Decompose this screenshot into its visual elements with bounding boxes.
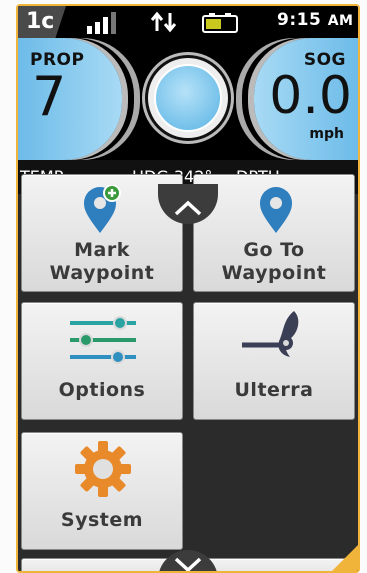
- go-to-waypoint-label-line1: Go To: [243, 239, 305, 261]
- options-label: Options: [58, 379, 146, 401]
- clock: 9:15 AM: [277, 10, 354, 30]
- center-dial-face: [154, 64, 222, 132]
- data-transfer-icon: [150, 11, 177, 33]
- signal-bars-icon: [87, 12, 116, 34]
- device-screen: 1c 9:15 AM PROP 7 SOG 0.0 mph Mark Waypo…: [16, 4, 360, 573]
- ulterra-button[interactable]: Ulterra: [193, 302, 355, 420]
- sog-unit: mph: [309, 126, 344, 142]
- trolling-motor-icon: [242, 311, 299, 357]
- map-pin-add-icon: [84, 185, 121, 233]
- system-label: System: [60, 509, 144, 531]
- clock-ampm: AM: [327, 13, 354, 29]
- sog-value: 0.0: [269, 66, 352, 126]
- gauge-area: PROP 7 SOG 0.0 mph: [18, 38, 358, 160]
- mark-waypoint-label-line2: Waypoint: [49, 262, 155, 284]
- chevron-up-icon: [174, 200, 202, 216]
- go-to-waypoint-label-line2: Waypoint: [221, 262, 327, 284]
- prop-value: 7: [32, 65, 67, 128]
- map-pin-icon: [260, 187, 292, 233]
- system-button[interactable]: System: [21, 432, 183, 550]
- chevron-down-icon: [174, 557, 202, 571]
- status-bar: 1c 9:15 AM: [18, 6, 358, 38]
- sliders-icon: [70, 316, 136, 364]
- options-button[interactable]: Options: [21, 302, 183, 420]
- scroll-down-button[interactable]: [158, 550, 218, 571]
- gear-icon: [75, 441, 131, 497]
- center-dial[interactable]: [148, 58, 228, 138]
- mark-waypoint-label-line1: Mark: [74, 239, 130, 261]
- corner-tag: 1c: [18, 6, 66, 38]
- menu-grid: Mark Waypoint Go To Waypoint Options Ult…: [18, 174, 358, 571]
- ulterra-label: Ulterra: [234, 379, 314, 401]
- battery-icon: [202, 13, 238, 33]
- clock-time: 9:15: [277, 10, 322, 30]
